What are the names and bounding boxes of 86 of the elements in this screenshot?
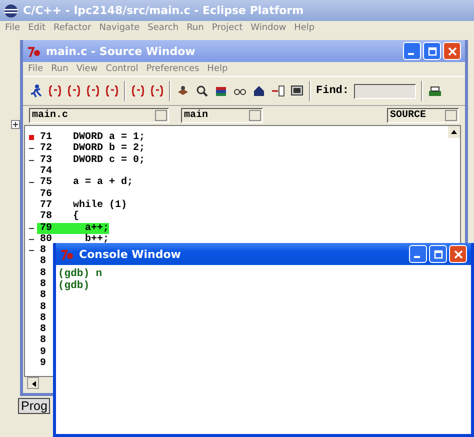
line-number: 76 [40, 188, 52, 200]
braces-icon[interactable] [131, 84, 145, 98]
menu-item[interactable]: Run [51, 64, 68, 74]
braces-icon[interactable] [105, 84, 119, 98]
expand-icon[interactable] [11, 120, 20, 129]
line-number: 78 [40, 211, 52, 222]
function-dropdown[interactable]: main [181, 108, 263, 123]
line-number: 8 [40, 279, 46, 290]
house-icon[interactable] [252, 84, 266, 98]
menu-item[interactable]: Edit [28, 23, 46, 33]
printer-icon[interactable] [428, 84, 442, 98]
line-number: 9 [40, 358, 46, 370]
menu-item[interactable]: Help [294, 23, 315, 33]
line-number: 72 [40, 143, 52, 154]
close-icon [448, 46, 456, 56]
find-label: Find: [316, 85, 350, 97]
line-number: 8 [40, 245, 46, 256]
line-number: 73 [40, 154, 52, 166]
feather-icon [27, 44, 41, 58]
books-icon[interactable] [214, 84, 228, 98]
menu-item[interactable]: Window [250, 23, 286, 33]
maximize-icon [434, 250, 442, 258]
find-field[interactable] [354, 84, 416, 98]
line-number: 75 [40, 177, 52, 188]
menu-item[interactable]: File [5, 23, 20, 33]
braces-icon[interactable] [86, 84, 100, 98]
menu-item[interactable]: Help [207, 64, 228, 74]
menu-item[interactable]: File [28, 64, 44, 74]
code-line: a = a + d; [72, 177, 134, 188]
menu-item[interactable]: Refactor [54, 23, 92, 33]
minimize-button[interactable] [409, 245, 427, 263]
console-line: (gdb) n [58, 268, 104, 280]
line-number: 79 [40, 222, 52, 234]
menu-item[interactable]: Control [106, 64, 138, 74]
line-number: 8 [40, 290, 46, 302]
maximize-button[interactable] [423, 42, 441, 60]
line-number: 71 [40, 132, 52, 144]
scroll-up-icon[interactable] [448, 126, 460, 138]
code-line: DWORD b = 2; [72, 143, 146, 154]
braces-icon[interactable] [48, 84, 62, 98]
line-number: 8 [40, 324, 46, 336]
maximize-button[interactable] [429, 245, 447, 263]
tab[interactable]: Prog [18, 398, 50, 414]
line-number: 77 [40, 200, 52, 211]
code-line: while (1) [72, 200, 128, 211]
line-number: 74 [40, 166, 52, 178]
sphere-icon [4, 4, 18, 18]
minimize-button[interactable] [403, 42, 421, 60]
close-icon [454, 250, 462, 258]
minimize-icon [414, 256, 420, 258]
line-number: 9 [40, 346, 46, 358]
close-button[interactable] [443, 42, 461, 60]
magnifier-icon[interactable] [195, 84, 209, 98]
line-number: 8 [40, 302, 46, 313]
menu-item[interactable]: View [76, 64, 98, 74]
code-line: DWORD a = 1; [72, 132, 146, 144]
minimize-icon [408, 53, 414, 55]
line-number: 8 [40, 268, 46, 279]
running-figure-icon[interactable] [29, 84, 43, 98]
console-line: (gdb) [58, 280, 91, 292]
window-title: C/C++ - lpc2148/src/main.c - Eclipse Platform [23, 4, 305, 17]
line-number: 8 [40, 335, 46, 346]
maximize-icon [428, 46, 436, 56]
monitor-icon[interactable] [290, 84, 304, 98]
window-title: main.c - Source Window [46, 44, 196, 58]
menu-item[interactable]: Search [148, 23, 179, 33]
line-number: 80 [40, 234, 52, 245]
menu-item[interactable]: Navigate [99, 23, 140, 33]
close-button[interactable] [449, 245, 467, 263]
braces-icon[interactable] [150, 84, 164, 98]
braces-icon[interactable] [67, 84, 81, 98]
mode-dropdown[interactable]: SOURCE [387, 108, 459, 123]
window-title: Console Window [79, 248, 182, 260]
file-dropdown[interactable]: main.c [29, 108, 169, 123]
line-number: 8 [40, 256, 46, 268]
code-line: DWORD c = 0; [72, 154, 146, 166]
arrow-into-icon[interactable] [271, 84, 285, 98]
scroll-left-icon[interactable] [27, 377, 39, 389]
line-number: 8 [40, 312, 46, 324]
menu-item[interactable]: Project [212, 23, 243, 33]
breakpoint-marker[interactable] [28, 135, 34, 140]
feather-icon [60, 247, 74, 261]
code-line: b++; [84, 234, 110, 245]
menu-item[interactable]: Preferences [146, 64, 200, 74]
menu-item[interactable]: Run [186, 23, 204, 33]
code-line: { [72, 211, 80, 222]
